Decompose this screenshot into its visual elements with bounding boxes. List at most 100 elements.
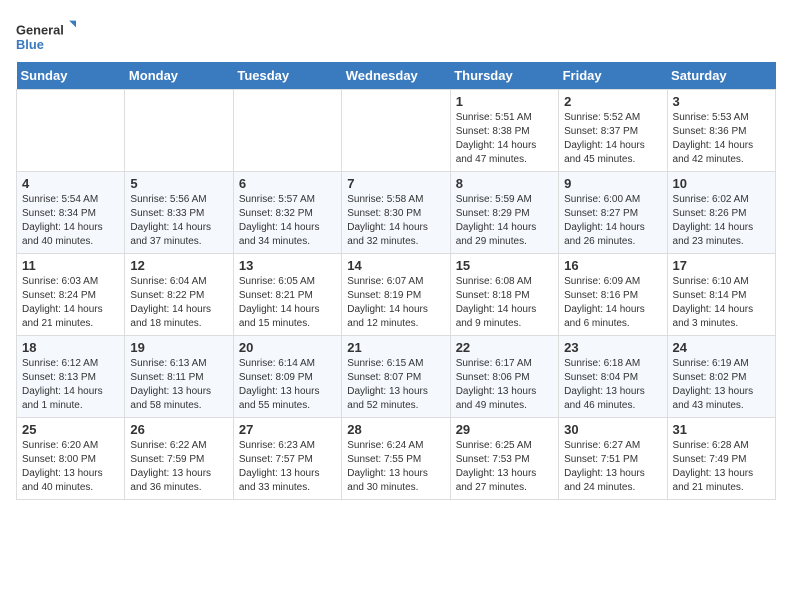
day-number: 5 <box>130 176 227 191</box>
day-number: 29 <box>456 422 553 437</box>
day-number: 25 <box>22 422 119 437</box>
calendar-cell: 6 Sunrise: 5:57 AM Sunset: 8:32 PM Daylig… <box>233 172 341 254</box>
logo-svg: General Blue <box>16 16 76 56</box>
day-number: 2 <box>564 94 661 109</box>
day-number: 20 <box>239 340 336 355</box>
calendar-week-5: 25Sunrise: 6:20 AM Sunset: 8:00 PM Dayli… <box>17 418 776 500</box>
day-number: 16 <box>564 258 661 273</box>
calendar-cell: 26 Sunrise: 6:22 AM Sunset: 7:59 PM Dayli… <box>125 418 233 500</box>
day-number: 12 <box>130 258 227 273</box>
day-info: Sunrise: 6:09 AM Sunset: 8:16 PM Dayligh… <box>564 275 661 331</box>
day-info: Sunrise: 6:03 AM Sunset: 8:24 PM Dayligh… <box>22 275 119 331</box>
day-info: Sunrise: 6:05 AM Sunset: 8:21 PM Dayligh… <box>239 275 336 331</box>
day-number: 3 <box>673 94 770 109</box>
calendar-cell: 1Sunrise: 5:51 AM Sunset: 8:38 PM Daylig… <box>450 90 558 172</box>
calendar-cell: 2 Sunrise: 5:52 AM Sunset: 8:37 PM Daylig… <box>559 90 667 172</box>
day-number: 6 <box>239 176 336 191</box>
day-info: Sunrise: 6:15 AM Sunset: 8:07 PM Dayligh… <box>347 357 444 413</box>
calendar-cell <box>125 90 233 172</box>
calendar-cell: 29 Sunrise: 6:25 AM Sunset: 7:53 PM Dayli… <box>450 418 558 500</box>
calendar-table: SundayMondayTuesdayWednesdayThursdayFrid… <box>16 62 776 500</box>
calendar-cell: 4 Sunrise: 5:54 AM Sunset: 8:34 PM Daylig… <box>17 172 125 254</box>
calendar-cell: 21Sunrise: 6:15 AM Sunset: 8:07 PM Dayli… <box>342 336 450 418</box>
calendar-cell: 12 Sunrise: 6:04 AM Sunset: 8:22 PM Dayli… <box>125 254 233 336</box>
day-info: Sunrise: 6:25 AM Sunset: 7:53 PM Dayligh… <box>456 439 553 495</box>
calendar-cell: 13Sunrise: 6:05 AM Sunset: 8:21 PM Dayli… <box>233 254 341 336</box>
day-header-sunday: Sunday <box>17 62 125 90</box>
calendar-cell: 10 Sunrise: 6:02 AM Sunset: 8:26 PM Dayli… <box>667 172 775 254</box>
day-header-friday: Friday <box>559 62 667 90</box>
day-info: Sunrise: 5:53 AM Sunset: 8:36 PM Dayligh… <box>673 111 770 167</box>
day-header-thursday: Thursday <box>450 62 558 90</box>
day-info: Sunrise: 5:56 AM Sunset: 8:33 PM Dayligh… <box>130 193 227 249</box>
day-header-wednesday: Wednesday <box>342 62 450 90</box>
day-number: 19 <box>130 340 227 355</box>
page-header: General Blue <box>16 16 776 56</box>
calendar-cell: 25Sunrise: 6:20 AM Sunset: 8:00 PM Dayli… <box>17 418 125 500</box>
day-info: Sunrise: 6:13 AM Sunset: 8:11 PM Dayligh… <box>130 357 227 413</box>
day-number: 30 <box>564 422 661 437</box>
calendar-cell <box>233 90 341 172</box>
day-info: Sunrise: 6:27 AM Sunset: 7:51 PM Dayligh… <box>564 439 661 495</box>
svg-text:Blue: Blue <box>16 37 44 52</box>
calendar-cell <box>342 90 450 172</box>
calendar-week-3: 11 Sunrise: 6:03 AM Sunset: 8:24 PM Dayli… <box>17 254 776 336</box>
day-number: 9 <box>564 176 661 191</box>
calendar-cell: 23 Sunrise: 6:18 AM Sunset: 8:04 PM Dayli… <box>559 336 667 418</box>
calendar-body: 1Sunrise: 5:51 AM Sunset: 8:38 PM Daylig… <box>17 90 776 500</box>
day-number: 10 <box>673 176 770 191</box>
day-info: Sunrise: 6:02 AM Sunset: 8:26 PM Dayligh… <box>673 193 770 249</box>
day-info: Sunrise: 6:14 AM Sunset: 8:09 PM Dayligh… <box>239 357 336 413</box>
day-number: 4 <box>22 176 119 191</box>
calendar-cell: 9 Sunrise: 6:00 AM Sunset: 8:27 PM Daylig… <box>559 172 667 254</box>
day-number: 1 <box>456 94 553 109</box>
day-header-monday: Monday <box>125 62 233 90</box>
day-info: Sunrise: 6:12 AM Sunset: 8:13 PM Dayligh… <box>22 357 119 413</box>
day-info: Sunrise: 5:54 AM Sunset: 8:34 PM Dayligh… <box>22 193 119 249</box>
day-number: 15 <box>456 258 553 273</box>
calendar-cell: 8Sunrise: 5:59 AM Sunset: 8:29 PM Daylig… <box>450 172 558 254</box>
day-number: 23 <box>564 340 661 355</box>
day-number: 24 <box>673 340 770 355</box>
logo: General Blue <box>16 16 76 56</box>
day-info: Sunrise: 6:04 AM Sunset: 8:22 PM Dayligh… <box>130 275 227 331</box>
calendar-cell: 15Sunrise: 6:08 AM Sunset: 8:18 PM Dayli… <box>450 254 558 336</box>
day-number: 18 <box>22 340 119 355</box>
calendar-cell <box>17 90 125 172</box>
day-number: 22 <box>456 340 553 355</box>
day-info: Sunrise: 6:00 AM Sunset: 8:27 PM Dayligh… <box>564 193 661 249</box>
calendar-cell: 18 Sunrise: 6:12 AM Sunset: 8:13 PM Dayli… <box>17 336 125 418</box>
day-number: 11 <box>22 258 119 273</box>
calendar-cell: 22 Sunrise: 6:17 AM Sunset: 8:06 PM Dayli… <box>450 336 558 418</box>
day-info: Sunrise: 6:23 AM Sunset: 7:57 PM Dayligh… <box>239 439 336 495</box>
calendar-cell: 30 Sunrise: 6:27 AM Sunset: 7:51 PM Dayli… <box>559 418 667 500</box>
calendar-cell: 14 Sunrise: 6:07 AM Sunset: 8:19 PM Dayli… <box>342 254 450 336</box>
day-number: 26 <box>130 422 227 437</box>
calendar-cell: 11 Sunrise: 6:03 AM Sunset: 8:24 PM Dayli… <box>17 254 125 336</box>
calendar-cell: 7Sunrise: 5:58 AM Sunset: 8:30 PM Daylig… <box>342 172 450 254</box>
calendar-week-2: 4 Sunrise: 5:54 AM Sunset: 8:34 PM Daylig… <box>17 172 776 254</box>
day-info: Sunrise: 6:24 AM Sunset: 7:55 PM Dayligh… <box>347 439 444 495</box>
day-number: 27 <box>239 422 336 437</box>
day-info: Sunrise: 6:22 AM Sunset: 7:59 PM Dayligh… <box>130 439 227 495</box>
day-info: Sunrise: 5:52 AM Sunset: 8:37 PM Dayligh… <box>564 111 661 167</box>
calendar-cell: 5 Sunrise: 5:56 AM Sunset: 8:33 PM Daylig… <box>125 172 233 254</box>
calendar-cell: 16 Sunrise: 6:09 AM Sunset: 8:16 PM Dayli… <box>559 254 667 336</box>
day-info: Sunrise: 6:17 AM Sunset: 8:06 PM Dayligh… <box>456 357 553 413</box>
calendar-cell: 17Sunrise: 6:10 AM Sunset: 8:14 PM Dayli… <box>667 254 775 336</box>
calendar-cell: 20 Sunrise: 6:14 AM Sunset: 8:09 PM Dayli… <box>233 336 341 418</box>
calendar-header-row: SundayMondayTuesdayWednesdayThursdayFrid… <box>17 62 776 90</box>
day-info: Sunrise: 6:10 AM Sunset: 8:14 PM Dayligh… <box>673 275 770 331</box>
calendar-cell: 19 Sunrise: 6:13 AM Sunset: 8:11 PM Dayli… <box>125 336 233 418</box>
day-info: Sunrise: 5:57 AM Sunset: 8:32 PM Dayligh… <box>239 193 336 249</box>
calendar-cell: 3 Sunrise: 5:53 AM Sunset: 8:36 PM Daylig… <box>667 90 775 172</box>
svg-text:General: General <box>16 22 64 37</box>
day-info: Sunrise: 6:07 AM Sunset: 8:19 PM Dayligh… <box>347 275 444 331</box>
day-header-saturday: Saturday <box>667 62 775 90</box>
day-info: Sunrise: 6:19 AM Sunset: 8:02 PM Dayligh… <box>673 357 770 413</box>
calendar-cell: 27 Sunrise: 6:23 AM Sunset: 7:57 PM Dayli… <box>233 418 341 500</box>
day-info: Sunrise: 6:18 AM Sunset: 8:04 PM Dayligh… <box>564 357 661 413</box>
day-header-tuesday: Tuesday <box>233 62 341 90</box>
day-info: Sunrise: 6:28 AM Sunset: 7:49 PM Dayligh… <box>673 439 770 495</box>
day-number: 14 <box>347 258 444 273</box>
